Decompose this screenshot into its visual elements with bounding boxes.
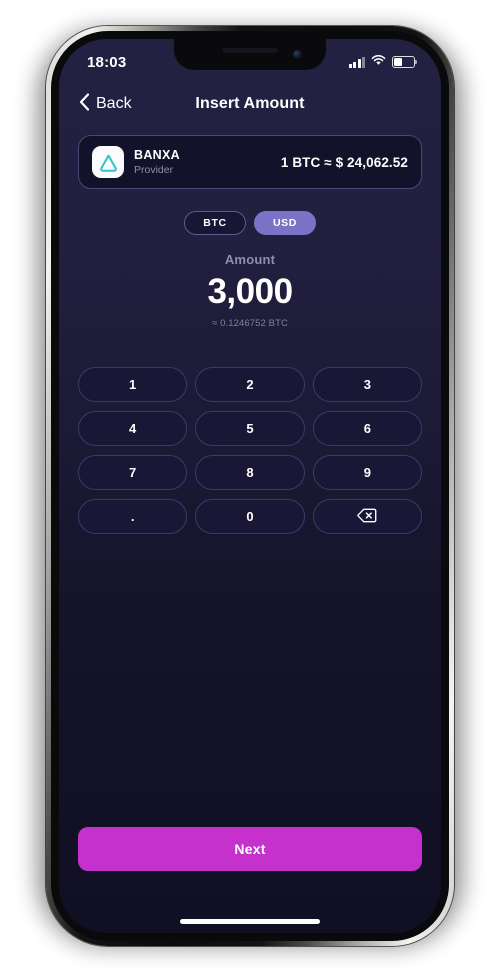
key-6[interactable]: 6 [312,411,422,446]
key-9[interactable]: 9 [312,455,422,490]
provider-subtitle: Provider [134,163,174,176]
phone-frame: 18:03 Back Insert Amount BANXA Provider … [46,26,454,946]
key-backspace[interactable] [312,499,422,534]
amount-value[interactable]: 3,000 [78,274,422,309]
phone-screen: 18:03 Back Insert Amount BANXA Provider … [59,39,441,933]
currency-toggle-btc[interactable]: BTC [184,211,246,235]
provider-info: BANXA Provider [134,148,180,175]
amount-label: Amount [224,252,276,267]
amount-converted: ≈ 0.1246752 BTC [212,318,288,329]
navigation-bar: Back Insert Amount [59,83,441,125]
battery-icon [392,56,418,68]
numeric-keypad: 1 2 3 4 5 6 7 8 9 . 0 [78,367,422,534]
key-4[interactable]: 4 [78,411,188,446]
key-2[interactable]: 2 [195,367,305,402]
key-5[interactable]: 5 [195,411,305,446]
phone-device: 18:03 Back Insert Amount BANXA Provider … [28,16,472,958]
key-1[interactable]: 1 [78,367,188,402]
provider-name: BANXA [134,148,180,163]
front-camera-icon [293,50,302,59]
backspace-icon [357,508,377,526]
status-icons [348,53,418,71]
provider-card[interactable]: BANXA Provider 1 BTC ≈ $ 24,062.52 [78,135,422,189]
main-content: BANXA Provider 1 BTC ≈ $ 24,062.52 BTC U… [59,125,441,534]
exchange-rate: 1 BTC ≈ $ 24,062.52 [280,154,408,170]
wifi-icon [371,53,386,71]
key-decimal[interactable]: . [78,499,188,534]
back-button[interactable]: Back [79,92,132,116]
currency-toggle-usd[interactable]: USD [254,211,316,235]
key-0[interactable]: 0 [195,499,305,534]
key-8[interactable]: 8 [195,455,305,490]
banxa-triangle-logo-icon [92,146,124,178]
cellular-signal-icon [348,56,365,68]
currency-toggle: BTC USD [78,211,422,235]
next-button[interactable]: Next [78,827,422,871]
footer-actions: Next [78,827,422,871]
key-7[interactable]: 7 [78,455,188,490]
phone-notch [174,39,326,70]
earpiece-speaker [222,48,278,53]
status-time: 18:03 [87,53,127,71]
key-3[interactable]: 3 [312,367,422,402]
back-button-label: Back [96,95,132,112]
chevron-left-icon [79,92,90,116]
home-indicator[interactable] [180,919,320,924]
